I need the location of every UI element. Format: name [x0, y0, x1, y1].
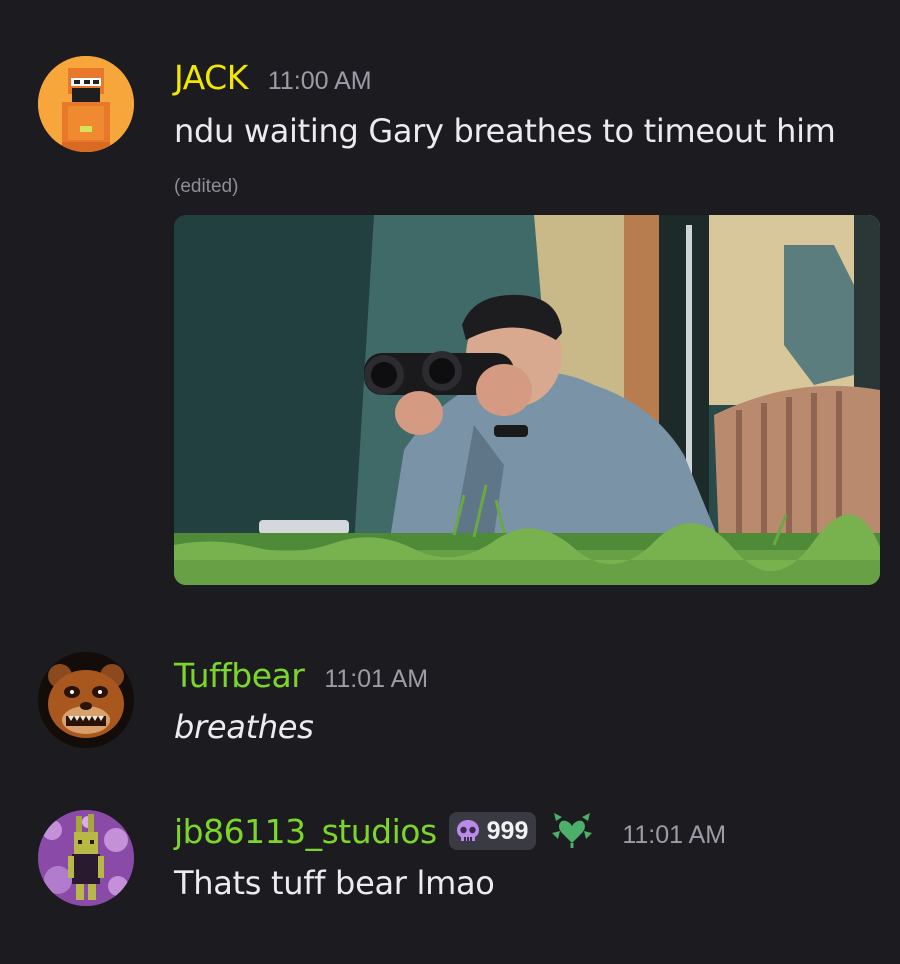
edited-label: (edited) — [174, 176, 239, 197]
message-jb86113-studios: jb86113_studios 999 11:01 AM Thats tuff … — [0, 780, 900, 964]
username-tuffbear[interactable]: Tuffbear — [174, 656, 305, 695]
image-attachment[interactable] — [174, 215, 880, 585]
green-leaf-heart-icon — [552, 813, 593, 848]
message-text: ndu waiting Gary breathes to timeout him — [174, 112, 836, 150]
purple-rabbit-avatar-icon — [38, 810, 134, 906]
animatronic-bear-avatar-icon — [38, 652, 134, 748]
avatar-jack[interactable] — [38, 56, 134, 152]
orange-pixel-character-avatar-icon — [38, 56, 134, 152]
timestamp: 11:00 AM — [267, 67, 372, 95]
role-icon[interactable] — [550, 809, 594, 853]
message-tuffbear: Tuffbear 11:01 AM breathes — [0, 600, 900, 780]
message-text: breathes — [174, 708, 314, 746]
guild-tag-badge[interactable]: 999 — [448, 812, 537, 850]
timestamp: 11:01 AM — [622, 821, 727, 849]
avatar-jb86113-studios[interactable] — [38, 810, 134, 906]
photo-man-with-binoculars-icon — [174, 215, 880, 585]
username-jb86113-studios[interactable]: jb86113_studios — [174, 812, 437, 851]
timestamp: 11:01 AM — [324, 665, 429, 693]
message-jack: JACK 11:00 AM ndu waiting Gary breathes … — [0, 0, 900, 600]
avatar-tuffbear[interactable] — [38, 652, 134, 748]
username-jack[interactable]: JACK — [174, 58, 248, 97]
purple-skull-icon — [456, 820, 479, 841]
badge-count: 999 — [486, 816, 529, 845]
message-text: Thats tuff bear lmao — [174, 864, 495, 902]
